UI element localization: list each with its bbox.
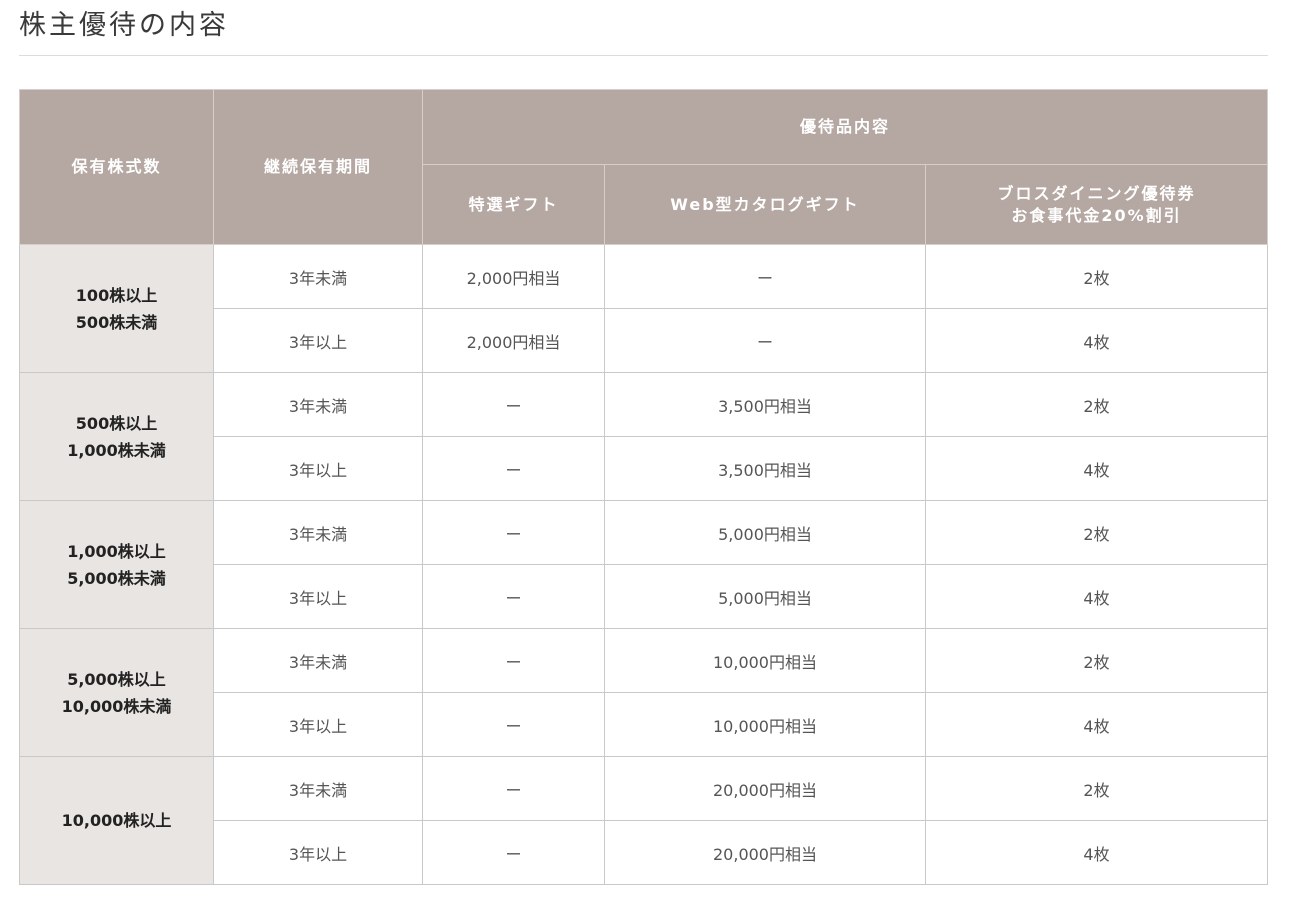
catalog-cell: 20,000円相当 [604, 820, 926, 885]
period-cell: 3年未満 [213, 244, 423, 309]
gift-cell: 2,000円相当 [422, 244, 605, 309]
table-row: 10,000株以上 3年未満 ー 20,000円相当 2枚 [19, 756, 1269, 885]
table-row: 5,000株以上 10,000株未満 3年未満 ー 10,000円相当 2枚 [19, 628, 1269, 757]
catalog-cell: ー [604, 244, 926, 309]
dining-cell: 2枚 [924, 244, 1269, 309]
page-title: 株主優待の内容 [19, 10, 229, 41]
shares-range-cell: 10,000株以上 [19, 756, 214, 885]
header-content-group: 優待品内容 [421, 89, 1269, 165]
dining-cell: 2枚 [924, 372, 1269, 437]
dining-cell: 2枚 [924, 628, 1269, 693]
dining-cell: 2枚 [924, 500, 1269, 565]
dining-cell: 2枚 [924, 756, 1269, 821]
period-cell: 3年以上 [213, 436, 423, 501]
gift-cell: ー [422, 500, 605, 565]
shares-min: 10,000株以上 [61, 811, 172, 830]
dining-cell: 4枚 [924, 820, 1269, 885]
period-cell: 3年以上 [213, 308, 423, 373]
header-period: 継続保有期間 [213, 89, 423, 245]
shares-max: 5,000株未満 [67, 568, 166, 588]
title-divider [19, 55, 1268, 56]
header-catalog: Web型カタログギフト [604, 164, 926, 245]
gift-cell: ー [422, 372, 605, 437]
shares-max: 10,000株未満 [61, 696, 172, 716]
period-cell: 3年未満 [213, 756, 423, 821]
shares-range-cell: 1,000株以上 5,000株未満 [19, 500, 214, 629]
dining-cell: 4枚 [924, 692, 1269, 757]
shares-min: 5,000株以上 [67, 669, 166, 689]
header-dining: ブロスダイニング優待券 お食事代金20%割引 [924, 164, 1269, 245]
shares-range-cell: 5,000株以上 10,000株未満 [19, 628, 214, 757]
header-dining-line1: ブロスダイニング優待券 [997, 183, 1196, 203]
benefits-table: 保有株式数 継続保有期間 優待品内容 特選ギフト Web型カタログギフト ブロス… [19, 89, 1269, 885]
catalog-cell: 10,000円相当 [604, 692, 926, 757]
shares-min: 1,000株以上 [67, 541, 166, 561]
gift-cell: ー [422, 436, 605, 501]
gift-cell: ー [422, 820, 605, 885]
catalog-cell: 10,000円相当 [604, 628, 926, 693]
shares-range-cell: 500株以上 1,000株未満 [19, 372, 214, 501]
dining-cell: 4枚 [924, 436, 1269, 501]
header-dining-line2: お食事代金20%割引 [1011, 205, 1182, 225]
table-row: 500株以上 1,000株未満 3年未満 ー 3,500円相当 2枚 [19, 372, 1269, 501]
period-cell: 3年以上 [213, 820, 423, 885]
period-cell: 3年以上 [213, 564, 423, 629]
shares-min: 500株以上 [75, 413, 158, 433]
shares-max: 500株未満 [75, 312, 158, 332]
dining-cell: 4枚 [924, 564, 1269, 629]
shares-range-cell: 100株以上 500株未満 [19, 244, 214, 373]
gift-cell: ー [422, 756, 605, 821]
shares-min: 100株以上 [75, 285, 158, 305]
catalog-cell: 5,000円相当 [604, 500, 926, 565]
catalog-cell: 5,000円相当 [604, 564, 926, 629]
table-row: 100株以上 500株未満 3年未満 2,000円相当 ー 2枚 [19, 244, 1269, 373]
catalog-cell: 3,500円相当 [604, 372, 926, 437]
period-cell: 3年未満 [213, 628, 423, 693]
catalog-cell: ー [604, 308, 926, 373]
gift-cell: 2,000円相当 [422, 308, 605, 373]
period-cell: 3年未満 [213, 500, 423, 565]
period-cell: 3年未満 [213, 372, 423, 437]
catalog-cell: 20,000円相当 [604, 756, 926, 821]
shares-max: 1,000株未満 [67, 440, 166, 460]
dining-cell: 4枚 [924, 308, 1269, 373]
header-shares: 保有株式数 [19, 89, 214, 245]
header-gift: 特選ギフト [422, 164, 605, 245]
gift-cell: ー [422, 628, 605, 693]
period-cell: 3年以上 [213, 692, 423, 757]
gift-cell: ー [422, 692, 605, 757]
table-row: 1,000株以上 5,000株未満 3年未満 ー 5,000円相当 2枚 [19, 500, 1269, 629]
gift-cell: ー [422, 564, 605, 629]
catalog-cell: 3,500円相当 [604, 436, 926, 501]
